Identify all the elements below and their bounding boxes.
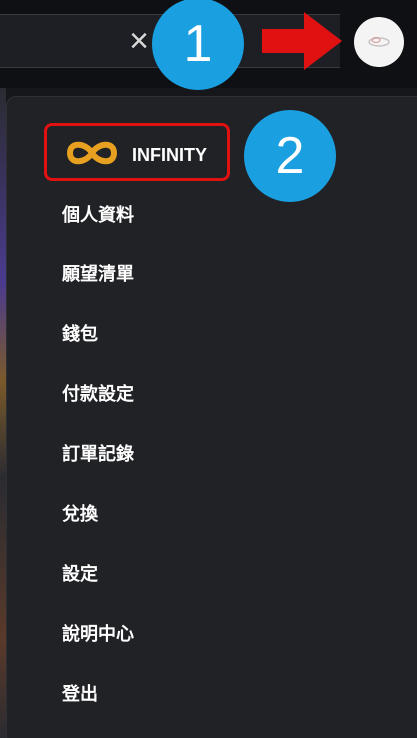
red-arrow-icon [262, 12, 342, 70]
step-2-badge: 2 [244, 110, 336, 202]
infinity-label: INFINITY [132, 145, 207, 165]
infinity-icon [67, 141, 117, 165]
close-icon[interactable]: × [124, 24, 154, 58]
menu-item-wishlist[interactable]: 願望清單 [62, 259, 322, 289]
menu-item-redeem[interactable]: 兌換 [62, 499, 322, 529]
profile-icon [368, 36, 390, 47]
avatar[interactable] [354, 17, 404, 67]
top-bar: × ▾ 1 [0, 0, 417, 90]
menu-item-order-history[interactable]: 訂單記錄 [62, 439, 322, 469]
menu-item-settings[interactable]: 設定 [62, 559, 322, 589]
menu-item-help-center[interactable]: 說明中心 [62, 619, 322, 649]
step-1-badge: 1 [152, 0, 244, 90]
page: × ▾ 1 INFINITY 2 個人資料 願望清單 錢包 付款設定 訂單記錄 … [0, 0, 417, 738]
menu-item-payment-settings[interactable]: 付款設定 [62, 379, 322, 409]
menu-item-wallet[interactable]: 錢包 [62, 319, 322, 349]
menu-item-profile[interactable]: 個人資料 [62, 200, 322, 230]
menu-item-sign-out[interactable]: 登出 [62, 679, 322, 709]
